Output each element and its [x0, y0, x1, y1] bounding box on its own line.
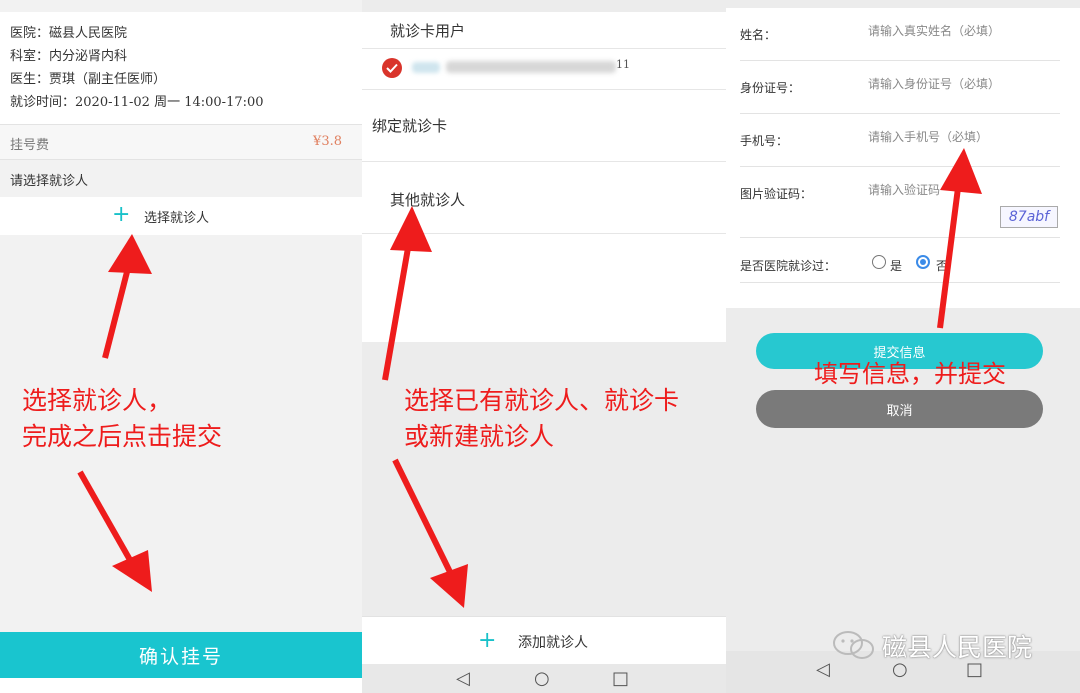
patient-list: 就诊卡用户 11 绑定就诊卡 其他就诊人 [362, 12, 726, 342]
card-number-tail: 11 [616, 58, 630, 71]
radio-no[interactable] [916, 255, 930, 269]
check-icon [382, 58, 402, 78]
confirm-registration-button[interactable]: 确认挂号 [0, 632, 362, 678]
radio-yes-label: 是 [890, 259, 903, 273]
divider [362, 48, 726, 49]
captcha-input[interactable] [868, 183, 968, 197]
hospital-line: 医院：磁县人民医院 [10, 26, 128, 41]
bind-card-button[interactable]: 绑定就诊卡 [372, 115, 447, 136]
add-patient-label: 添加就诊人 [518, 635, 588, 651]
divider [362, 233, 726, 234]
choose-patient-prompt: 请选择就诊人 [10, 174, 89, 189]
fee-label: 挂号费 [10, 138, 50, 153]
annotation-fill-and-submit: 填写信息，并提交 [814, 360, 1006, 388]
divider [362, 89, 726, 90]
phone-label: 手机号： [740, 134, 789, 148]
divider [362, 161, 726, 162]
card-users-title: 就诊卡用户 [390, 22, 466, 40]
visit-time-line: 就诊时间：2020-11-02 周一 14:00-17:00 [10, 95, 264, 110]
name-input[interactable] [868, 24, 1048, 38]
select-patient-button[interactable]: + 选择就诊人 [0, 197, 362, 235]
wechat-icon [833, 631, 874, 659]
add-patient-button[interactable]: + 添加就诊人 [362, 616, 726, 664]
radio-yes[interactable] [872, 255, 886, 269]
divider [740, 166, 1060, 167]
annotation-line: 选择已有就诊人、就诊卡 [404, 386, 680, 415]
other-patients-item[interactable]: 其他就诊人 [390, 189, 465, 210]
captcha-image[interactable]: 87abf [1000, 206, 1058, 228]
appointment-info: 医院：磁县人民医院 科室：内分泌肾内科 医生：贾琪（副主任医师） 就诊时间：20… [0, 12, 362, 124]
annotation-line: 完成之后点击提交 [22, 422, 223, 451]
divider [740, 113, 1060, 114]
fee-row: 挂号费 ¥3.8 [0, 124, 362, 160]
captcha-label: 图片验证码： [740, 187, 813, 201]
annotation-line: 选择就诊人， [22, 386, 173, 415]
recent-apps-icon[interactable]: □ [612, 670, 629, 688]
home-icon[interactable]: ○ [534, 670, 550, 688]
system-nav-bar: ◁ ○ □ [362, 664, 726, 693]
cancel-button[interactable]: 取消 [756, 390, 1043, 428]
bottom-strip [0, 678, 362, 693]
blurred-name [412, 62, 440, 73]
plus-icon: + [478, 628, 497, 653]
doctor-line: 医生：贾琪（副主任医师） [10, 72, 167, 87]
department-line: 科室：内分泌肾内科 [10, 49, 128, 64]
id-number-label: 身份证号： [740, 81, 801, 95]
name-label: 姓名： [740, 28, 777, 42]
divider [740, 237, 1060, 238]
phone-input[interactable] [868, 130, 1048, 144]
divider [740, 282, 1060, 283]
blurred-card-number [446, 61, 616, 73]
id-number-input[interactable] [868, 77, 1048, 91]
visited-before-label: 是否医院就诊过： [740, 259, 837, 273]
watermark-text: 磁县人民医院 [882, 633, 1033, 662]
radio-no-label: 否 [936, 259, 949, 273]
divider [740, 60, 1060, 61]
new-patient-form-screen: 姓名： 身份证号： 手机号： 图片验证码： 87abf 是否医院就诊过： 是 否… [726, 0, 1080, 693]
back-icon[interactable]: ◁ [456, 670, 470, 688]
back-icon[interactable]: ◁ [816, 661, 830, 679]
patient-form: 姓名： 身份证号： 手机号： 图片验证码： 87abf 是否医院就诊过： 是 否 [726, 8, 1080, 308]
fee-value: ¥3.8 [313, 134, 342, 149]
annotation-choose-or-create: 选择已有就诊人、就诊卡 或新建就诊人 [404, 383, 679, 455]
annotation-line: 或新建就诊人 [404, 422, 555, 451]
annotation-select-patient: 选择就诊人， 完成之后点击提交 [22, 383, 222, 455]
select-patient-label: 选择就诊人 [144, 211, 210, 226]
registration-confirm-screen: 医院：磁县人民医院 科室：内分泌肾内科 医生：贾琪（副主任医师） 就诊时间：20… [0, 0, 362, 693]
patient-picker-screen: 就诊卡用户 11 绑定就诊卡 其他就诊人 + 添加就诊人 ◁ ○ □ [362, 0, 726, 693]
plus-icon: + [112, 202, 131, 227]
